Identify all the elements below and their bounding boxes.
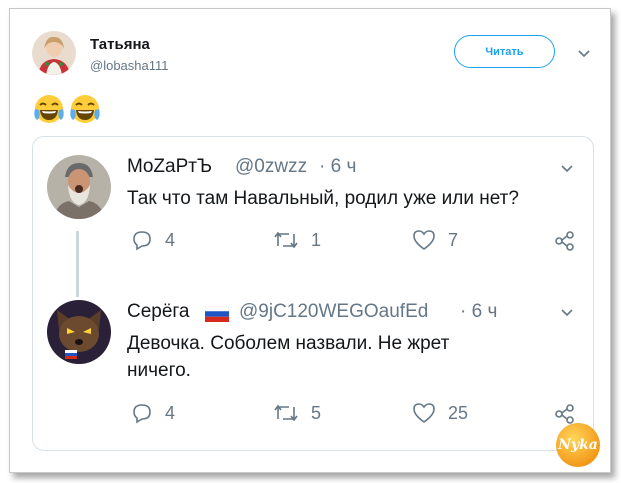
screenshot-frame: Татьяна @lobasha111 Читать MoZaPтЪ @0zwz… [9,8,611,473]
reply1-retweet-count: 1 [311,229,322,250]
reply1-like-action[interactable]: 7 [412,229,458,251]
chevron-down-icon[interactable] [560,164,574,174]
author-name[interactable]: Татьяна [90,36,150,53]
laughing-emoji-icon [34,95,64,123]
retweet-icon [274,404,298,422]
laughing-emoji-icon [70,95,100,123]
tweet-body [33,93,101,125]
russian-flag-icon [205,306,229,322]
reply1-like-count: 7 [448,229,459,250]
chevron-down-icon[interactable] [577,49,591,59]
author-handle[interactable]: @lobasha111 [90,58,169,73]
reply2-timestamp[interactable]: · 6 ч [460,301,497,323]
reply1-reply-count: 4 [165,229,176,250]
reply-icon [133,231,151,251]
chevron-down-icon[interactable] [560,308,574,318]
reply2-reply-count: 4 [165,402,176,423]
share-icon[interactable] [554,403,576,425]
heart-icon [413,230,435,250]
reply2-retweet-count: 5 [311,402,322,423]
reply1-reply-action[interactable]: 4 [131,229,175,251]
watermark-logo: Nyka [556,423,600,467]
reply2-like-count: 25 [448,402,469,423]
reply2-avatar[interactable] [47,300,111,364]
reply2-author-name[interactable]: Серёга [127,301,190,323]
reply-icon [133,404,151,424]
follow-button[interactable]: Читать [454,35,555,68]
reply1-text: Так что там Навальный, родил уже или нет… [127,188,519,209]
author-avatar[interactable] [32,31,76,75]
share-icon[interactable] [554,230,576,252]
thread-connector-line [76,231,79,297]
reply2-author-handle[interactable]: @9jC120WEGOaufEd [239,301,428,323]
reply1-timestamp[interactable]: · 6 ч [319,156,356,178]
reply1-retweet-action[interactable]: 1 [273,229,321,251]
reply2-reply-action[interactable]: 4 [131,402,175,424]
reply1-avatar[interactable] [47,155,111,219]
retweet-icon [274,231,298,249]
reply1-author-name[interactable]: MoZaPтЪ [127,156,212,178]
heart-icon [413,403,435,423]
reply2-text-line1: Девочка. Соболем назвали. Не жрет [127,333,450,354]
reply2-text-line2: ничего. [127,360,191,381]
reply1-author-handle[interactable]: @0zwzz [235,156,307,178]
reply2-like-action[interactable]: 25 [412,402,468,424]
reply2-retweet-action[interactable]: 5 [273,402,321,424]
